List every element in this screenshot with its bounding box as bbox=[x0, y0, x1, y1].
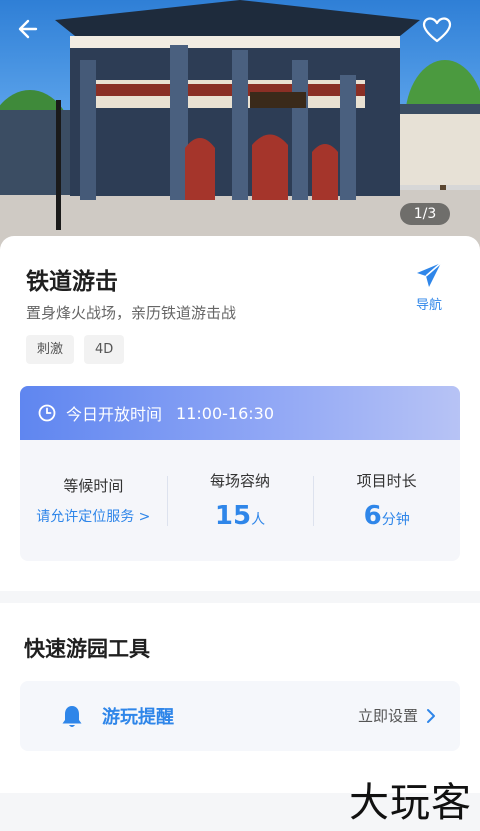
capacity-label: 每场容纳 bbox=[210, 472, 271, 490]
chevron-right-icon bbox=[427, 708, 435, 723]
tag-list: 刺激 4D bbox=[26, 335, 125, 364]
quick-tools-title: 快速游园工具 bbox=[24, 637, 150, 661]
watermark-logo: 大玩客 bbox=[349, 780, 472, 826]
capacity-unit: 人 bbox=[251, 512, 266, 528]
opening-hours-bar: 今日开放时间 11:00-16:30 bbox=[20, 386, 460, 440]
tag: 4D bbox=[84, 335, 125, 364]
back-button[interactable] bbox=[16, 16, 56, 56]
set-now-button[interactable]: 立即设置 bbox=[358, 705, 436, 726]
heart-icon bbox=[422, 17, 452, 43]
opening-hours-value: 11:00-16:30 bbox=[176, 403, 275, 423]
stats-row: 等候时间 请允许定位服务 > 每场容纳 15人 项目时长 6分钟 bbox=[20, 440, 460, 561]
duration-label: 项目时长 bbox=[356, 472, 417, 490]
duration-unit: 分钟 bbox=[381, 512, 410, 528]
hero-gallery[interactable]: 1/3 bbox=[0, 0, 480, 250]
attraction-info-card: 铁道游击 置身烽火战场，亲历铁道游击战 刺激 4D 导航 今日开放时间 11:0… bbox=[0, 236, 480, 591]
bell-icon bbox=[62, 706, 82, 727]
play-reminder-row[interactable]: 游玩提醒 立即设置 bbox=[20, 681, 460, 751]
opening-info-box: 今日开放时间 11:00-16:30 等候时间 请允许定位服务 > 每场容纳 1… bbox=[20, 386, 460, 561]
duration-stat: 项目时长 6分钟 bbox=[313, 470, 460, 531]
enable-location-link[interactable]: 请允许定位服务 > bbox=[20, 506, 167, 526]
image-counter: 1/3 bbox=[400, 203, 450, 225]
quick-tools-section: 快速游园工具 游玩提醒 立即设置 bbox=[0, 603, 480, 793]
navigation-button[interactable]: 导航 bbox=[404, 260, 454, 313]
paper-plane-icon bbox=[417, 262, 442, 287]
attraction-title: 铁道游击 bbox=[26, 269, 118, 295]
clock-icon bbox=[38, 404, 56, 422]
duration-value: 6 bbox=[363, 501, 382, 531]
capacity-value: 15 bbox=[214, 501, 252, 531]
play-reminder-label: 游玩提醒 bbox=[102, 707, 174, 728]
navigation-label: 导航 bbox=[415, 298, 442, 313]
wait-time-label: 等候时间 bbox=[63, 477, 124, 495]
favorite-button[interactable] bbox=[422, 16, 462, 56]
set-now-label: 立即设置 bbox=[357, 707, 418, 725]
attraction-subtitle: 置身烽火战场，亲历铁道游击战 bbox=[26, 304, 237, 322]
opening-hours-label: 今日开放时间 bbox=[66, 405, 163, 424]
wait-time-stat: 等候时间 请允许定位服务 > bbox=[20, 475, 167, 526]
tag: 刺激 bbox=[26, 335, 75, 364]
arrow-left-icon bbox=[18, 19, 38, 39]
capacity-stat: 每场容纳 15人 bbox=[166, 470, 314, 531]
